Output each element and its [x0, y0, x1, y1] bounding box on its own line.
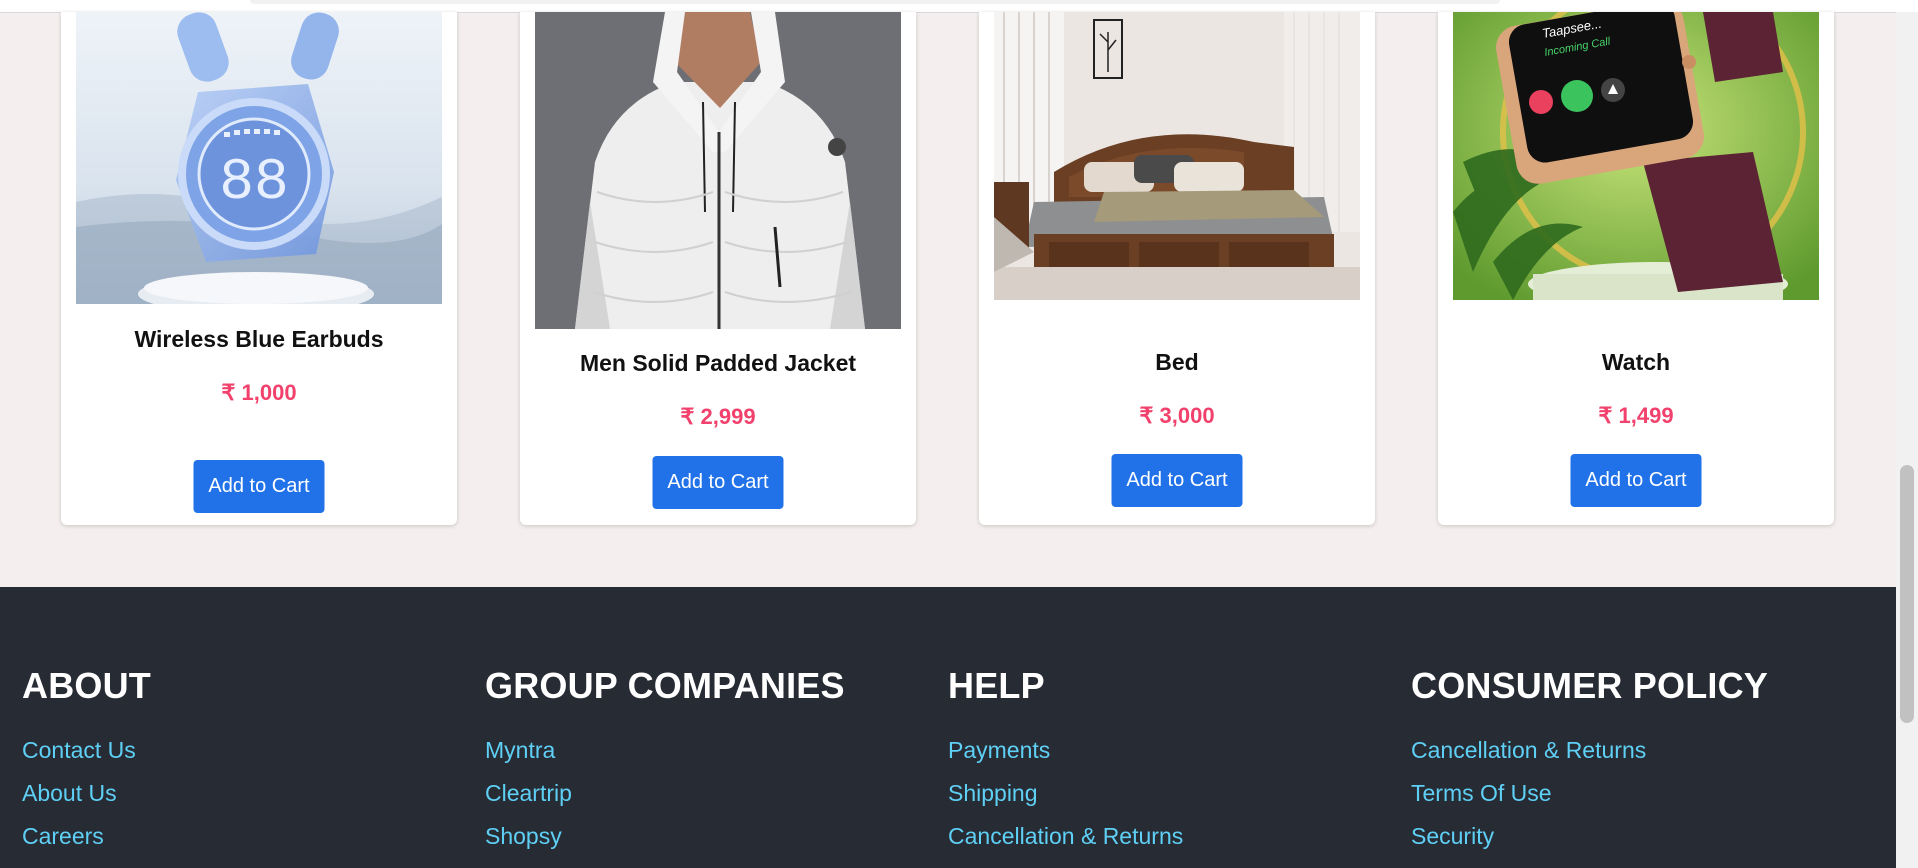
product-price: ₹ 1,000 — [221, 380, 297, 405]
footer-column-help: HELP Payments Shipping Cancellation & Re… — [948, 665, 1183, 858]
product-card-jacket[interactable]: Men Solid Padded Jacket ₹ 2,999 Add to C… — [520, 12, 916, 525]
add-to-cart-button[interactable]: Add to Cart — [652, 456, 784, 509]
footer-link[interactable]: Shipping — [948, 772, 1183, 815]
footer-link[interactable]: Terms Of Use — [1411, 772, 1768, 815]
product-card-earbuds[interactable]: 88 Wireless Blue Earbuds ₹ 1,000 Add to … — [61, 12, 457, 525]
product-name[interactable]: Watch — [1438, 349, 1834, 376]
footer-link[interactable]: About Us — [22, 772, 151, 815]
footer-heading: HELP — [948, 665, 1045, 706]
product-name[interactable]: Bed — [979, 349, 1375, 376]
product-price: ₹ 2,999 — [680, 404, 756, 429]
footer-column-consumer-policy: CONSUMER POLICY Cancellation & Returns T… — [1411, 665, 1768, 858]
footer-link[interactable]: Payments — [948, 729, 1183, 772]
address-bar-edge — [250, 0, 1500, 4]
product-name[interactable]: Wireless Blue Earbuds — [61, 326, 457, 353]
jacket-image[interactable] — [535, 12, 901, 329]
product-name[interactable]: Men Solid Padded Jacket — [520, 350, 916, 377]
footer-link[interactable]: Cancellation & Returns — [1411, 729, 1768, 772]
product-grid: 88 Wireless Blue Earbuds ₹ 1,000 Add to … — [0, 12, 1896, 587]
footer-heading: GROUP COMPANIES — [485, 665, 845, 706]
footer-link[interactable]: Contact Us — [22, 729, 151, 772]
footer-link[interactable]: Cancellation & Returns — [948, 815, 1183, 858]
footer-link[interactable]: Shopsy — [485, 815, 845, 858]
site-footer: ABOUT Contact Us About Us Careers GROUP … — [0, 587, 1896, 868]
footer-link[interactable]: Careers — [22, 815, 151, 858]
product-card-bed[interactable]: Bed ₹ 3,000 Add to Cart — [979, 12, 1375, 525]
bed-image[interactable] — [994, 12, 1360, 300]
earbuds-display-digits: 88 — [219, 151, 289, 216]
product-price: ₹ 3,000 — [1139, 403, 1215, 428]
watch-image[interactable]: Taapsee... Incoming Call — [1453, 12, 1819, 300]
footer-link[interactable]: Security — [1411, 815, 1768, 858]
product-price: ₹ 1,499 — [1598, 403, 1674, 428]
footer-link[interactable]: Cleartrip — [485, 772, 845, 815]
vertical-scrollbar[interactable] — [1896, 12, 1918, 868]
scrollbar-thumb[interactable] — [1900, 465, 1914, 723]
product-card-watch[interactable]: Taapsee... Incoming Call Watch ₹ 1,499 A… — [1438, 12, 1834, 525]
add-to-cart-button[interactable]: Add to Cart — [1111, 454, 1243, 507]
add-to-cart-button[interactable]: Add to Cart — [1570, 454, 1702, 507]
earbuds-image[interactable]: 88 — [76, 12, 442, 304]
footer-link[interactable]: Myntra — [485, 729, 845, 772]
footer-heading: ABOUT — [22, 665, 151, 706]
footer-column-about: ABOUT Contact Us About Us Careers — [22, 665, 151, 858]
add-to-cart-button[interactable]: Add to Cart — [193, 460, 325, 513]
footer-column-group-companies: GROUP COMPANIES Myntra Cleartrip Shopsy — [485, 665, 845, 858]
footer-heading: CONSUMER POLICY — [1411, 665, 1769, 706]
